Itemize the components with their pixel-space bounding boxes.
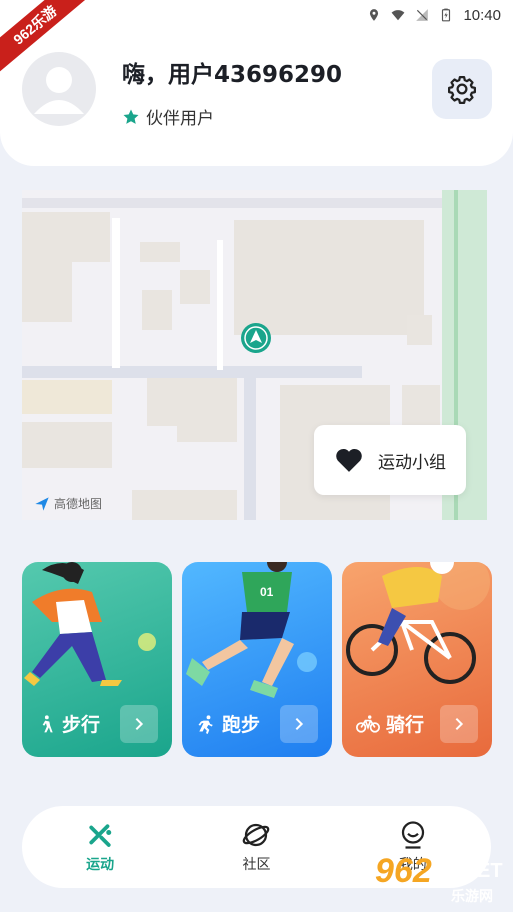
run-label: 跑步 <box>222 714 261 736</box>
badge-label: 伙伴用户 <box>146 109 214 129</box>
map-logo-text: 高德地图 <box>54 497 103 511</box>
bike-icon <box>356 714 380 733</box>
walk-card[interactable]: 步行 <box>22 562 172 757</box>
run-label-row: 跑步 <box>196 710 260 737</box>
map-provider-logo: 高德地图 <box>34 495 102 512</box>
gear-icon <box>448 76 476 104</box>
default-avatar-icon <box>34 67 84 114</box>
settings-button[interactable] <box>432 59 492 119</box>
svg-text:01: 01 <box>260 585 274 599</box>
watermark-number: 962 <box>375 852 432 890</box>
walk-label-row: 步行 <box>36 710 100 737</box>
location-icon <box>370 9 379 21</box>
run-icon <box>89 824 112 847</box>
watermark-sub: 乐游网 <box>451 889 493 905</box>
ride-card[interactable]: 骑行 <box>342 562 492 757</box>
heart-icon <box>336 449 362 472</box>
chevron-right-icon <box>295 717 304 731</box>
nav-label-sport: 运动 <box>86 857 115 873</box>
nav-item-community[interactable]: 社区 <box>206 820 306 874</box>
wifi-icon <box>392 10 405 21</box>
walk-icon <box>42 714 53 732</box>
nav-label-community: 社区 <box>242 857 271 873</box>
run-card[interactable]: 01 跑步 <box>182 562 332 757</box>
username: 嗨，用户43696290 <box>122 62 343 88</box>
walk-label: 步行 <box>62 714 101 736</box>
ride-arrow-button[interactable] <box>440 705 478 743</box>
chevron-right-icon <box>455 717 464 731</box>
sport-group-button[interactable]: 运动小组 <box>314 425 466 495</box>
no-signal-icon <box>416 9 429 21</box>
ride-label: 骑行 <box>386 714 425 736</box>
chevron-right-icon <box>135 717 144 731</box>
watermark-net: .NET <box>457 860 503 882</box>
amap-logo-icon <box>35 496 49 511</box>
sport-group-label: 运动小组 <box>378 452 446 473</box>
user-badge: 伙伴用户 <box>122 104 214 129</box>
ride-label-row: 骑行 <box>356 710 424 737</box>
site-watermark: 962 .NET 乐游网 <box>375 852 513 910</box>
run-arrow-button[interactable] <box>280 705 318 743</box>
avatar[interactable] <box>22 52 96 126</box>
nav-item-sport[interactable]: 运动 <box>50 820 150 874</box>
battery-icon <box>442 8 451 22</box>
user-face-icon <box>401 821 424 849</box>
status-time: 10:40 <box>463 6 501 24</box>
planet-icon <box>243 823 270 847</box>
walk-arrow-button[interactable] <box>120 705 158 743</box>
star-icon <box>123 109 139 124</box>
run-icon <box>198 714 213 734</box>
